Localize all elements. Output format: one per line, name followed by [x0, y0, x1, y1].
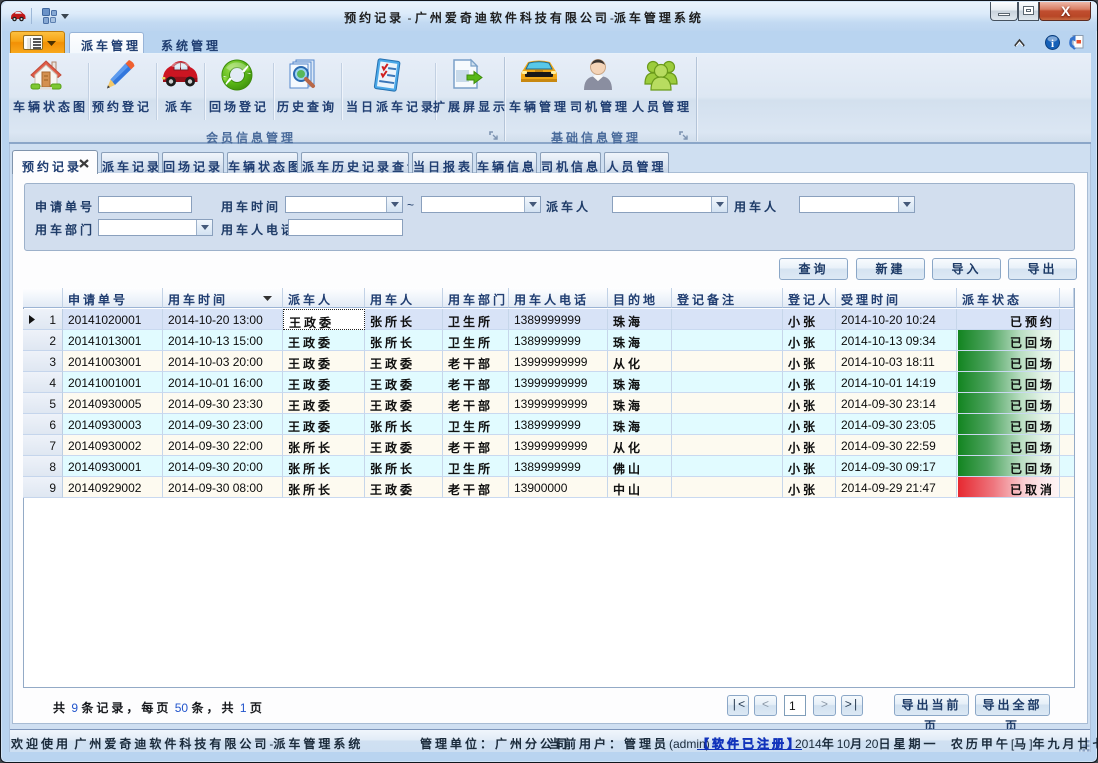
- svg-text:i: i: [1051, 38, 1054, 50]
